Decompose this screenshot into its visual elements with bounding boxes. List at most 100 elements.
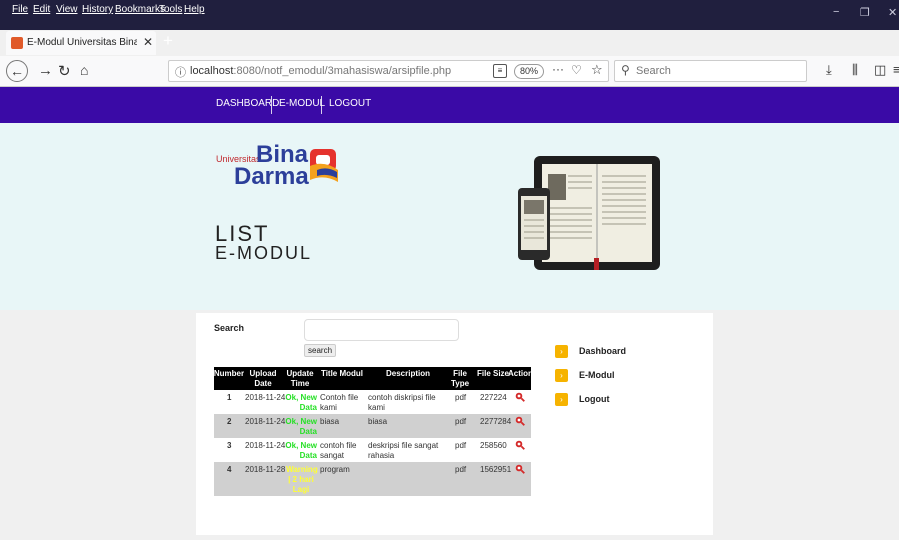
reload-icon[interactable]: ↻: [58, 62, 71, 80]
row-number: 3: [227, 441, 232, 450]
zoom-level[interactable]: 80%: [514, 64, 544, 79]
row-file-size: 1562951: [480, 465, 512, 474]
row-upload-date: 2018-11-24: [245, 393, 286, 402]
row-description: biasa: [368, 417, 388, 426]
page-actions-icon[interactable]: ···: [552, 62, 564, 76]
browser-tab[interactable]: E-Modul Universitas Bina Darma ✕: [6, 31, 156, 55]
close-window-icon[interactable]: ✕: [888, 6, 897, 19]
sidebar-item-logout[interactable]: › Logout: [555, 393, 675, 409]
ebook-devices-illustration: [518, 156, 660, 270]
pocket-icon[interactable]: ♡: [571, 63, 582, 77]
menu-file[interactable]: File: [12, 4, 28, 15]
hero-subtitle: E-MODUL: [215, 243, 313, 263]
url-host: localhost: [190, 65, 234, 77]
row-description: contoh diskripsi file kami: [368, 393, 436, 412]
logo-line2: Darma: [234, 163, 309, 190]
table-row: 1 2018-11-24 Ok, New Data Contoh file ka…: [214, 390, 531, 414]
bina-darma-logo: Universitas Bina Darma: [215, 141, 350, 193]
site-nav: DASHBOARD E-MODUL LOGOUT: [0, 87, 899, 123]
url-text[interactable]: localhost:8080/notf_emodul/3mahasiswa/ar…: [190, 65, 451, 77]
row-number: 4: [227, 465, 232, 474]
row-file-size: 227224: [480, 393, 507, 402]
search-label: Search: [214, 323, 245, 333]
home-icon[interactable]: ⌂: [80, 62, 88, 78]
library-icon[interactable]: ⫼: [852, 62, 858, 78]
row-number: 2: [227, 417, 232, 426]
tab-title: E-Modul Universitas Bina Darma: [27, 37, 137, 48]
menu-tools[interactable]: Tools: [159, 4, 182, 15]
restore-icon[interactable]: ❐: [860, 6, 870, 19]
row-file-type: pdf: [455, 393, 467, 402]
back-icon[interactable]: ←: [6, 60, 28, 82]
search-button[interactable]: search: [304, 344, 337, 357]
menu-view[interactable]: View: [56, 4, 78, 15]
new-tab-button[interactable]: +: [163, 31, 173, 51]
nav-separator: [321, 96, 322, 114]
menu-icon[interactable]: ≡: [893, 62, 899, 77]
view-detail-icon[interactable]: [515, 392, 525, 402]
col-upload-date: Upload Date: [249, 369, 277, 388]
minimize-icon[interactable]: −: [833, 6, 839, 18]
col-file-size: File Size: [476, 369, 509, 378]
col-action: Action: [508, 369, 533, 378]
row-file-type: pdf: [455, 465, 467, 474]
row-status: Ok, New Data: [285, 393, 317, 412]
sidebar-item-label: Dashboard: [579, 346, 627, 356]
col-number: Number: [213, 369, 245, 378]
col-update-time: Update Time: [286, 369, 314, 388]
row-upload-date: 2018-11-28: [245, 465, 286, 474]
menu-history[interactable]: History: [82, 4, 113, 15]
row-status: Ok, New Data: [285, 417, 317, 436]
tab-close-icon[interactable]: ✕: [143, 35, 153, 49]
view-detail-icon[interactable]: [515, 416, 525, 426]
browser-toolbar: ← → ↻ ⌂ ⓘ localhost:8080/notf_emodul/3ma…: [0, 56, 899, 87]
sidebar-item-label: Logout: [579, 394, 610, 404]
row-file-size: 258560: [480, 441, 507, 450]
sidebar-item-label: E-Modul: [579, 370, 615, 380]
forward-icon[interactable]: →: [38, 62, 53, 79]
row-status: Ok, New Data: [285, 441, 317, 460]
row-file-size: 2277284: [480, 417, 512, 426]
table-row: 2 2018-11-24 Ok, New Data biasa biasa pd…: [214, 414, 531, 438]
row-title: Contoh file kami: [320, 393, 359, 412]
view-detail-icon[interactable]: [515, 464, 525, 474]
row-status-warning: Warning | 2 hari Lagi: [286, 465, 318, 494]
row-title: program: [320, 465, 350, 474]
browser-menubar: File Edit View History Bookmarks Tools H…: [0, 0, 899, 30]
emodul-table: Number Upload Date Update Time Title Mod…: [213, 367, 533, 496]
nav-dashboard[interactable]: DASHBOARD: [216, 98, 279, 109]
sidebar-icon[interactable]: ◫: [874, 62, 886, 78]
url-bar[interactable]: ⓘ localhost:8080/notf_emodul/3mahasiswa/…: [168, 60, 609, 82]
favicon-icon: [11, 37, 23, 49]
col-title-modul: Title Modul: [320, 369, 364, 378]
reader-view-icon[interactable]: ≡: [493, 64, 507, 78]
row-file-type: pdf: [455, 441, 467, 450]
logo-mark-icon: [310, 149, 338, 182]
menu-bookmarks[interactable]: Bookmarks: [115, 4, 165, 15]
sidebar-item-dashboard[interactable]: › Dashboard: [555, 345, 675, 361]
view-detail-icon[interactable]: [515, 440, 525, 450]
menu-edit[interactable]: Edit: [33, 4, 50, 15]
col-description: Description: [385, 369, 430, 378]
row-file-type: pdf: [455, 417, 467, 426]
search-placeholder: Search: [636, 65, 671, 77]
menu-help[interactable]: Help: [184, 4, 205, 15]
row-upload-date: 2018-11-24: [245, 417, 286, 426]
hero-banner: [0, 123, 899, 310]
nav-emodul[interactable]: E-MODUL: [279, 98, 325, 109]
info-icon[interactable]: ⓘ: [175, 64, 186, 80]
search-icon: ⚲: [621, 63, 630, 77]
nav-separator: [271, 96, 272, 114]
arrow-right-icon: ›: [555, 345, 568, 358]
sidebar-item-emodul[interactable]: › E-Modul: [555, 369, 675, 385]
download-icon[interactable]: ⤓: [826, 62, 832, 78]
row-description: deskripsi file sangat rahasia: [368, 441, 439, 460]
bookmark-star-icon[interactable]: ☆: [591, 62, 603, 78]
nav-logout[interactable]: LOGOUT: [329, 98, 371, 109]
search-input[interactable]: [304, 319, 459, 341]
row-title: biasa: [320, 417, 340, 426]
arrow-right-icon: ›: [555, 369, 568, 382]
search-bar[interactable]: ⚲ Search: [614, 60, 807, 82]
url-path: :8080/notf_emodul/3mahasiswa/arsipfile.p…: [233, 65, 452, 77]
col-file-type: File Type: [450, 369, 470, 388]
